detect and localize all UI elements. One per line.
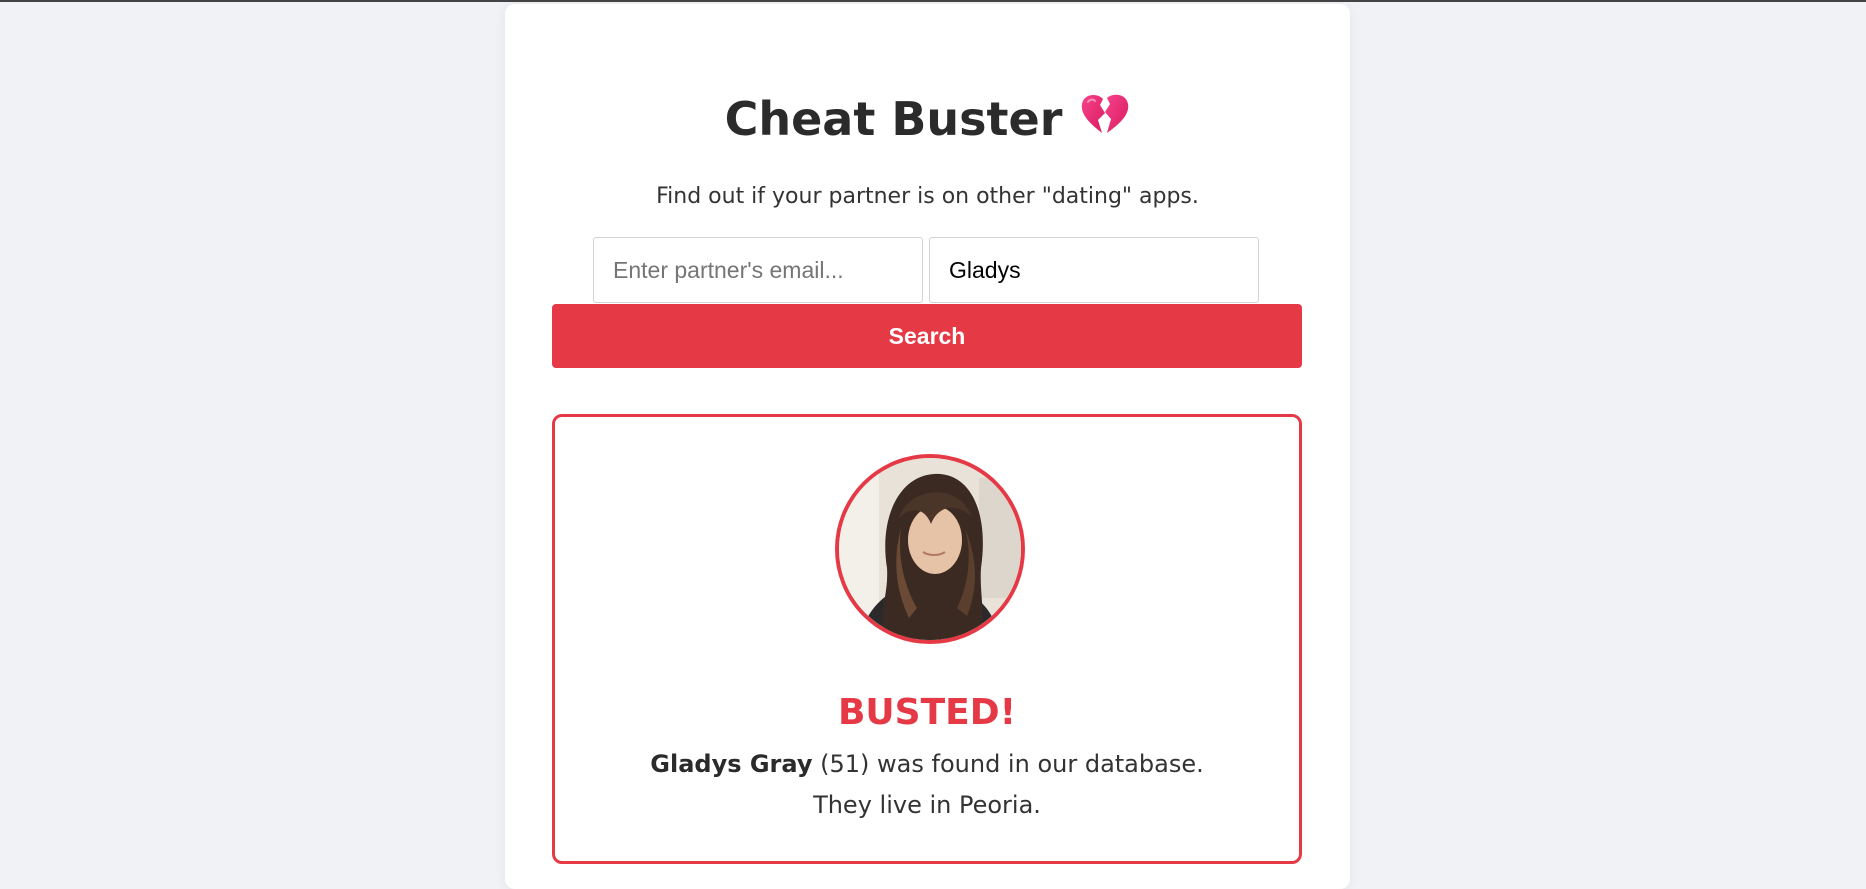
person-name: Gladys Gray: [650, 750, 813, 778]
broken-heart-icon: [1080, 90, 1130, 148]
window-top-border: [0, 0, 1866, 2]
name-input[interactable]: [929, 237, 1259, 303]
email-input[interactable]: [593, 237, 923, 303]
page-subtitle: Find out if your partner is on other "da…: [656, 184, 1199, 209]
page-title-text: Cheat Buster: [724, 92, 1063, 146]
found-text: was found in our database.: [877, 750, 1204, 778]
search-button[interactable]: Search: [552, 304, 1302, 368]
result-card: BUSTED! Gladys Gray (51) was found in ou…: [552, 414, 1302, 864]
result-summary: Gladys Gray (51) was found in our databa…: [555, 750, 1299, 778]
page-title: Cheat Buster: [505, 90, 1350, 152]
search-form: [593, 237, 1263, 303]
person-age: (51): [820, 750, 870, 778]
person-location: They live in Peoria.: [813, 791, 1041, 819]
status-heading: BUSTED!: [837, 692, 1017, 733]
main-card: Cheat Buster Find out if your partner is…: [505, 4, 1350, 889]
profile-photo: [835, 454, 1025, 644]
